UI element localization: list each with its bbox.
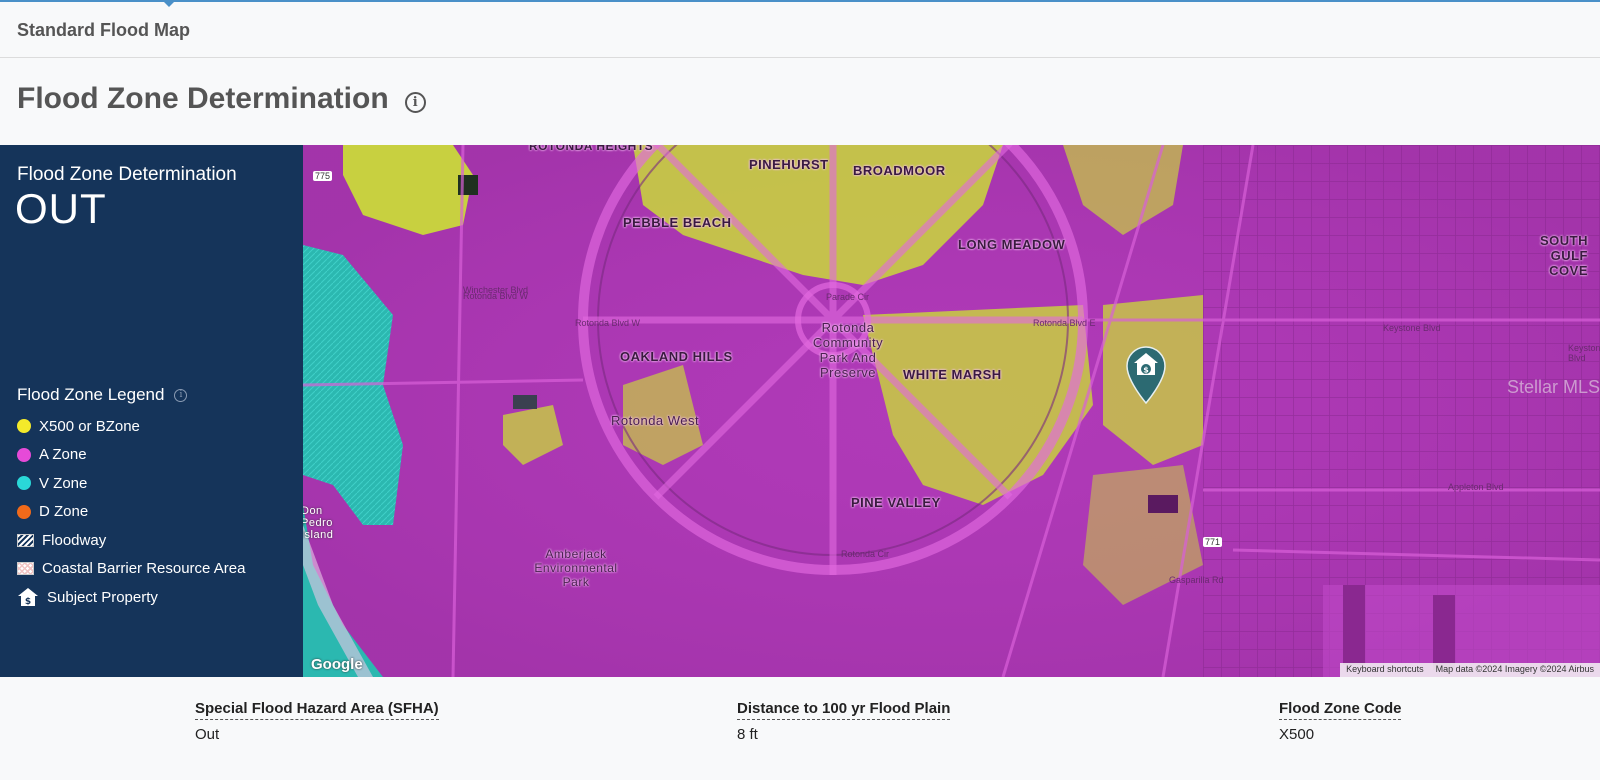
map-attribution: Keyboard shortcuts Map data ©2024 Imager… xyxy=(1340,663,1600,677)
map-label: WHITE MARSH xyxy=(903,367,1002,382)
legend-item-a-zone: A Zone xyxy=(17,441,245,470)
map-label: ROTONDA HEIGHTS xyxy=(529,145,654,153)
legend-title-text: Flood Zone Legend xyxy=(17,385,165,404)
map-label: Rotonda West xyxy=(611,413,700,428)
road-label: Parade Cir xyxy=(826,292,870,302)
map-imagery xyxy=(303,145,1600,677)
orange-dot-icon xyxy=(17,504,31,519)
map-label: PINEHURST xyxy=(749,157,829,172)
road-label: Winchester Blvd xyxy=(463,285,529,295)
map-label: Amberjack Environmental Park xyxy=(534,547,618,589)
road-label: Keystone Blvd xyxy=(1568,343,1600,363)
stat-distance: Distance to 100 yr Flood Plain 8 ft xyxy=(737,700,951,743)
legend-label: Subject Property xyxy=(47,588,158,606)
route-shield: 775 xyxy=(313,171,333,181)
map-label: BROADMOOR xyxy=(853,163,946,178)
tab-standard-flood-map[interactable]: Standard Flood Map xyxy=(17,20,190,41)
google-logo: Google xyxy=(311,656,363,673)
stat-value: X500 xyxy=(1279,726,1315,743)
legend-title: Flood Zone Legend i xyxy=(17,385,188,405)
road-label: Gasparilla Rd xyxy=(1169,575,1224,585)
legend-item-v-zone: V Zone xyxy=(17,469,245,498)
yellow-dot-icon xyxy=(17,419,31,434)
active-tab-caret-icon xyxy=(163,1,175,7)
mls-watermark: Stellar MLS xyxy=(1506,377,1600,397)
route-shield: 771 xyxy=(1203,537,1223,547)
stat-sfha: Special Flood Hazard Area (SFHA) Out xyxy=(195,700,439,743)
map-label: Don Pedro Island xyxy=(303,505,334,541)
flood-map[interactable]: ROTONDA HEIGHTS PINEHURST BROADMOOR PEBB… xyxy=(303,145,1600,677)
map-data-text: Map data ©2024 Imagery ©2024 Airbus xyxy=(1435,664,1594,674)
map-label: OAKLAND HILLS xyxy=(620,349,733,364)
road-label: Rotonda Cir xyxy=(841,549,890,559)
top-tab-bar: Standard Flood Map xyxy=(0,0,1600,58)
svg-text:$: $ xyxy=(25,597,31,607)
legend-item-subject-property: $ Subject Property xyxy=(17,583,245,612)
determination-label: Flood Zone Determination xyxy=(17,164,237,185)
map-pin-icon: $ xyxy=(1126,346,1166,405)
determination-value: OUT xyxy=(15,185,107,232)
stat-label[interactable]: Flood Zone Code xyxy=(1279,700,1402,720)
stat-zone-code: Flood Zone Code X500 xyxy=(1279,700,1402,743)
road-label: Keystone Blvd xyxy=(1383,323,1441,333)
legend-label: X500 or BZone xyxy=(39,417,140,435)
magenta-dot-icon xyxy=(17,447,31,462)
legend-label: Floodway xyxy=(42,531,107,549)
legend-item-x500: X500 or BZone xyxy=(17,412,245,441)
legend-label: D Zone xyxy=(39,503,89,521)
house-icon: $ xyxy=(18,588,38,607)
flood-zone-legend: X500 or BZone A Zone V Zone D Zone Flood… xyxy=(17,412,245,612)
determination-panel: Flood Zone Determination OUT Flood Zone … xyxy=(0,145,303,677)
keyboard-shortcuts-link[interactable]: Keyboard shortcuts xyxy=(1340,663,1430,677)
road-label: Appleton Blvd xyxy=(1448,482,1504,492)
stat-label[interactable]: Special Flood Hazard Area (SFHA) xyxy=(195,700,439,720)
legend-item-floodway: Floodway xyxy=(17,526,245,555)
legend-label: V Zone xyxy=(39,474,88,492)
stat-value: 8 ft xyxy=(737,726,758,743)
page-title: Flood Zone Determination xyxy=(17,82,389,115)
road-label: Rotonda Blvd E xyxy=(1033,318,1096,328)
stat-value: Out xyxy=(195,726,220,743)
legend-item-d-zone: D Zone xyxy=(17,498,245,527)
info-icon[interactable]: i xyxy=(404,91,426,113)
hatch-pattern-icon xyxy=(17,533,34,547)
map-label: SOUTH GULF COVE xyxy=(1540,233,1588,278)
crosshatch-pattern-icon xyxy=(17,562,34,576)
map-label: PINE VALLEY xyxy=(851,495,941,510)
title-row: Flood Zone Determination i xyxy=(17,82,426,116)
map-label: LONG MEADOW xyxy=(958,237,1066,252)
road-label: Rotonda Blvd W xyxy=(575,318,641,328)
legend-label: Coastal Barrier Resource Area xyxy=(42,560,246,578)
stat-label[interactable]: Distance to 100 yr Flood Plain xyxy=(737,700,951,720)
map-label: Rotonda Community Park And Preserve xyxy=(812,320,884,380)
cyan-dot-icon xyxy=(17,476,31,491)
legend-item-cbra: Coastal Barrier Resource Area xyxy=(17,555,245,584)
pin-symbol: $ xyxy=(1143,366,1149,375)
map-label: PEBBLE BEACH xyxy=(623,215,732,230)
legend-label: A Zone xyxy=(39,446,87,464)
legend-info-icon[interactable]: i xyxy=(174,388,188,402)
